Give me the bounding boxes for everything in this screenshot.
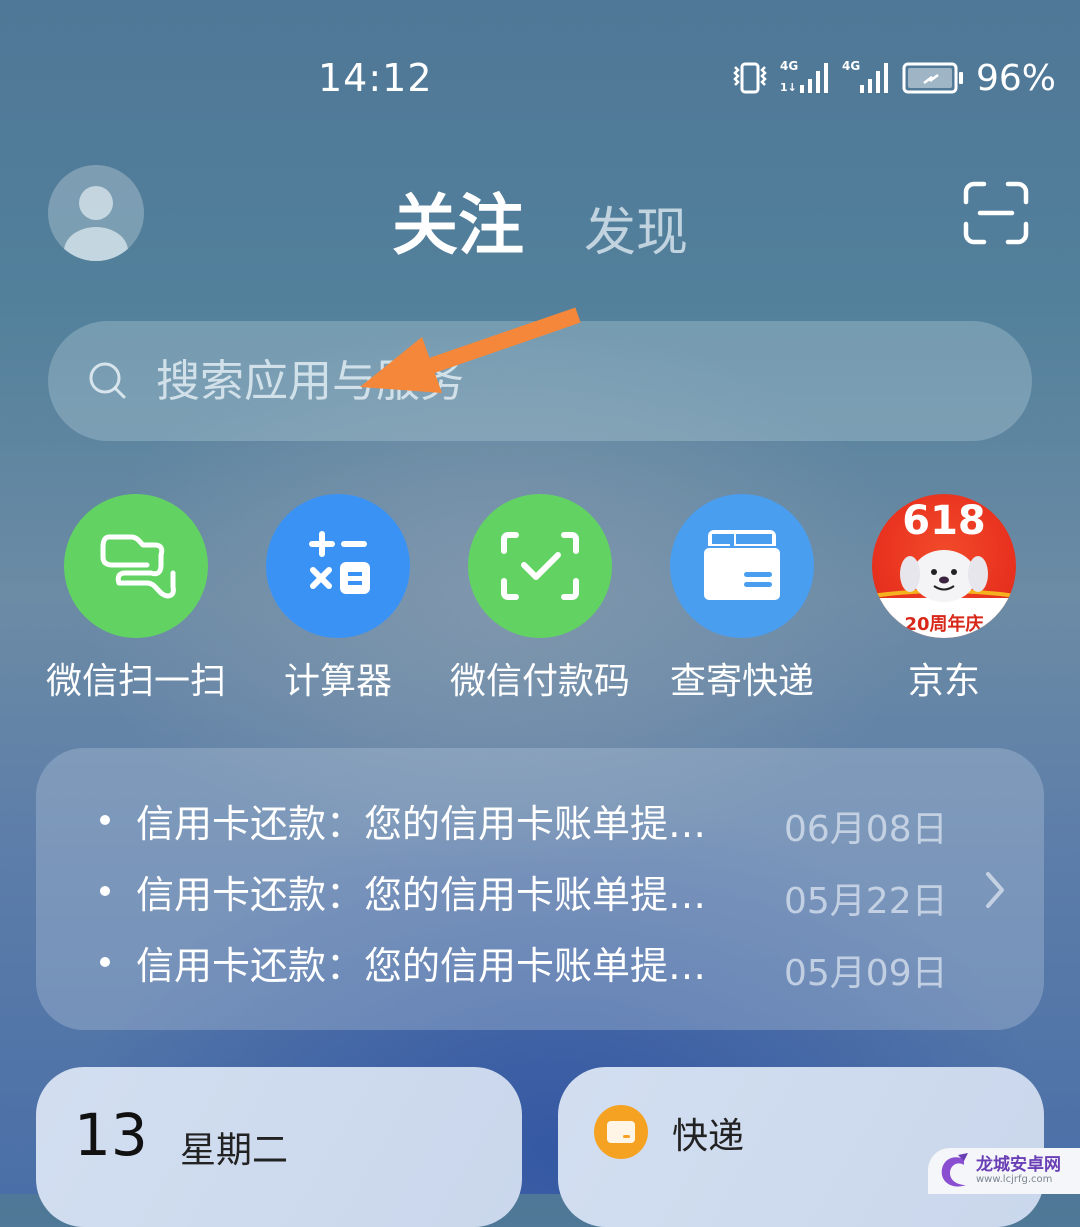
notice-text: 信用卡还款：您的信用卡账单提… <box>136 943 707 988</box>
shortcut-jd[interactable]: 618 20周年庆 京东 <box>844 494 1044 704</box>
svg-text:1↓: 1↓ <box>780 81 797 94</box>
wechat-pay-code-icon <box>468 494 612 638</box>
vibrate-icon <box>733 62 767 94</box>
shortcut-calculator[interactable]: 计算器 <box>238 494 438 704</box>
shortcut-wechat-pay[interactable]: 微信付款码 <box>440 494 640 704</box>
watermark-url: www.lcjrfg.com <box>976 1174 1053 1185</box>
notice-item[interactable]: 信用卡还款：您的信用卡账单提… <box>100 784 776 856</box>
battery-charging-icon <box>902 62 963 94</box>
status-time: 14:12 <box>318 56 433 100</box>
search-input[interactable] <box>154 354 958 408</box>
chevron-right-icon[interactable] <box>980 866 1010 914</box>
watermark-title: 龙城安卓网 <box>976 1155 1061 1175</box>
user-avatar-icon <box>64 186 128 261</box>
shortcut-row: 微信扫一扫 计算器 微信付款码 查寄快递 618 20周年庆 京东 <box>36 494 1044 704</box>
calculator-icon <box>266 494 410 638</box>
signal-4g-sim2-icon: 4G <box>842 59 892 95</box>
notice-date: 05月22日 <box>784 881 948 922</box>
calendar-day: 13 <box>74 1101 148 1169</box>
calendar-weekday: 星期二 <box>180 1130 289 1171</box>
signal-4g-sim1-icon: 4G 1↓ <box>780 59 832 95</box>
notice-item[interactable]: 信用卡还款：您的信用卡账单提… <box>100 855 776 927</box>
shortcut-label: 查寄快递 <box>669 661 814 702</box>
scan-button[interactable] <box>962 180 1030 246</box>
notice-date: 05月09日 <box>784 953 948 994</box>
dragon-logo-icon <box>941 1153 968 1187</box>
avatar[interactable] <box>48 165 144 261</box>
search-icon <box>89 362 126 399</box>
jd-badge-618: 618 <box>902 498 986 544</box>
express-icon <box>594 1105 648 1159</box>
scan-icon <box>963 181 1029 245</box>
shortcut-label: 微信付款码 <box>449 661 630 702</box>
notice-text: 信用卡还款：您的信用卡账单提… <box>136 872 707 917</box>
bullet <box>100 957 110 967</box>
calendar-widget[interactable]: 13 星期二 <box>36 1067 522 1227</box>
wechat-scan-icon <box>64 494 208 638</box>
notice-item[interactable]: 信用卡还款：您的信用卡账单提… <box>100 926 776 998</box>
notice-date: 06月08日 <box>784 809 948 850</box>
tab-follow[interactable]: 关注 <box>392 172 524 268</box>
battery-percent: 96% <box>976 57 1057 99</box>
shortcut-express-query[interactable]: 查寄快递 <box>642 494 842 704</box>
bullet <box>100 886 110 896</box>
shortcut-label: 微信扫一扫 <box>45 661 226 702</box>
notice-text: 信用卡还款：您的信用卡账单提… <box>136 801 707 846</box>
status-icons: 4G 1↓ 4G 96% <box>730 57 1057 99</box>
express-label: 快递 <box>672 1116 745 1157</box>
jd-badge-anniversary: 20周年庆 <box>904 614 984 635</box>
tab-discover[interactable]: 发现 <box>584 190 688 265</box>
shortcut-label: 计算器 <box>283 661 392 702</box>
bullet <box>100 815 110 825</box>
express-widget[interactable]: 快递 <box>558 1067 1044 1227</box>
package-box-icon <box>670 494 814 638</box>
shortcut-wechat-scan[interactable]: 微信扫一扫 <box>36 494 236 704</box>
shortcut-label: 京东 <box>907 661 980 702</box>
jd-618-icon: 618 20周年庆 <box>872 494 1016 638</box>
watermark: 龙城安卓网 www.lcjrfg.com <box>928 1148 1080 1194</box>
search-bar[interactable] <box>48 321 1032 441</box>
